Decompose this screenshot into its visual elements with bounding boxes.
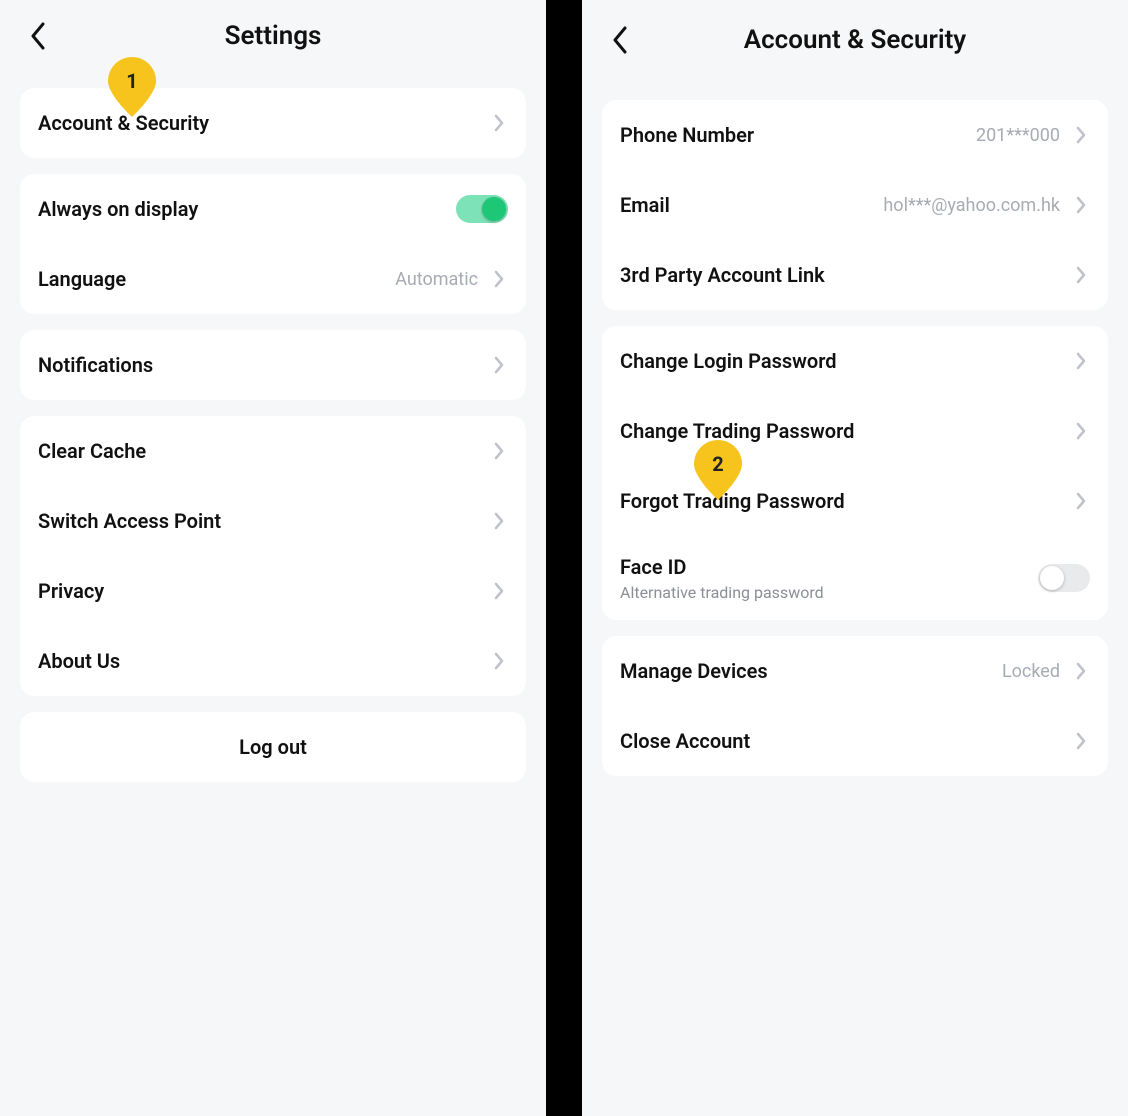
chevron-right-icon — [1072, 492, 1090, 510]
settings-screen: Settings Account & Security Always on di… — [0, 0, 546, 1116]
account-security-content: Phone Number 201***000 Email hol***@yaho… — [582, 100, 1128, 776]
chevron-right-icon — [490, 442, 508, 460]
row-label: Switch Access Point — [38, 509, 221, 533]
chevron-left-icon — [29, 22, 47, 50]
row-label: About Us — [38, 649, 120, 673]
row-face-id[interactable]: Face ID Alternative trading password — [602, 536, 1108, 620]
settings-group-display: Always on display Language Automatic — [20, 174, 526, 314]
row-switch-access-point[interactable]: Switch Access Point — [20, 486, 526, 556]
back-button[interactable] — [20, 18, 56, 54]
toggle-knob — [482, 197, 506, 221]
toggle-knob — [1040, 566, 1064, 590]
settings-group-account: Account & Security — [20, 88, 526, 158]
row-value: Automatic — [395, 269, 478, 290]
chevron-right-icon — [1072, 196, 1090, 214]
row-change-trading-password[interactable]: Change Trading Password — [602, 396, 1108, 466]
chevron-right-icon — [1072, 422, 1090, 440]
row-phone-number[interactable]: Phone Number 201***000 — [602, 100, 1108, 170]
row-close-account[interactable]: Close Account — [602, 706, 1108, 776]
header: Account & Security — [582, 0, 1128, 80]
row-value: Locked — [1002, 661, 1060, 682]
settings-group-misc: Clear Cache Switch Access Point Privacy — [20, 416, 526, 696]
header: Settings — [0, 0, 546, 72]
row-change-login-password[interactable]: Change Login Password — [602, 326, 1108, 396]
row-label: Change Login Password — [620, 349, 837, 373]
row-account-security[interactable]: Account & Security — [20, 88, 526, 158]
chevron-left-icon — [611, 26, 629, 54]
row-label: Always on display — [38, 197, 198, 221]
row-label: 3rd Party Account Link — [620, 263, 825, 287]
row-about-us[interactable]: About Us — [20, 626, 526, 696]
row-privacy[interactable]: Privacy — [20, 556, 526, 626]
account-group-devices: Manage Devices Locked Close Account — [602, 636, 1108, 776]
chevron-right-icon — [1072, 662, 1090, 680]
row-notifications[interactable]: Notifications — [20, 330, 526, 400]
chevron-right-icon — [1072, 352, 1090, 370]
row-label: Language — [38, 267, 126, 291]
account-security-screen: Account & Security Phone Number 201***00… — [582, 0, 1128, 1116]
screens-divider — [546, 0, 582, 1116]
row-sublabel: Alternative trading password — [620, 583, 824, 602]
row-label: Change Trading Password — [620, 419, 854, 443]
chevron-right-icon — [490, 114, 508, 132]
row-language[interactable]: Language Automatic — [20, 244, 526, 314]
row-manage-devices[interactable]: Manage Devices Locked — [602, 636, 1108, 706]
row-label: Privacy — [38, 579, 104, 603]
chevron-right-icon — [490, 512, 508, 530]
row-label: Notifications — [38, 353, 153, 377]
settings-content: Account & Security Always on display Lan… — [0, 88, 546, 782]
row-label: Account & Security — [38, 111, 209, 135]
chevron-right-icon — [490, 270, 508, 288]
chevron-right-icon — [490, 356, 508, 374]
row-label: Face ID — [620, 555, 824, 579]
row-label: Close Account — [620, 729, 750, 753]
account-group-identity: Phone Number 201***000 Email hol***@yaho… — [602, 100, 1108, 310]
chevron-right-icon — [1072, 266, 1090, 284]
page-title: Account & Security — [582, 25, 1128, 55]
settings-group-notifications: Notifications — [20, 330, 526, 400]
row-label: Email — [620, 193, 670, 217]
row-always-on-display[interactable]: Always on display — [20, 174, 526, 244]
row-label: Clear Cache — [38, 439, 146, 463]
account-group-passwords: Change Login Password Change Trading Pas… — [602, 326, 1108, 620]
face-id-toggle[interactable] — [1038, 564, 1090, 592]
row-label: Phone Number — [620, 123, 754, 147]
chevron-right-icon — [1072, 126, 1090, 144]
row-3rd-party-link[interactable]: 3rd Party Account Link — [602, 240, 1108, 310]
back-button[interactable] — [602, 22, 638, 58]
logout-label: Log out — [239, 735, 307, 759]
page-title: Settings — [0, 21, 546, 51]
row-label: Forgot Trading Password — [620, 489, 845, 513]
chevron-right-icon — [490, 652, 508, 670]
chevron-right-icon — [490, 582, 508, 600]
row-value: hol***@yahoo.com.hk — [883, 195, 1060, 216]
logout-button[interactable]: Log out — [20, 712, 526, 782]
row-email[interactable]: Email hol***@yahoo.com.hk — [602, 170, 1108, 240]
always-on-display-toggle[interactable] — [456, 195, 508, 223]
row-forgot-trading-password[interactable]: Forgot Trading Password — [602, 466, 1108, 536]
row-value: 201***000 — [976, 125, 1060, 146]
chevron-right-icon — [1072, 732, 1090, 750]
row-clear-cache[interactable]: Clear Cache — [20, 416, 526, 486]
row-label: Manage Devices — [620, 659, 768, 683]
